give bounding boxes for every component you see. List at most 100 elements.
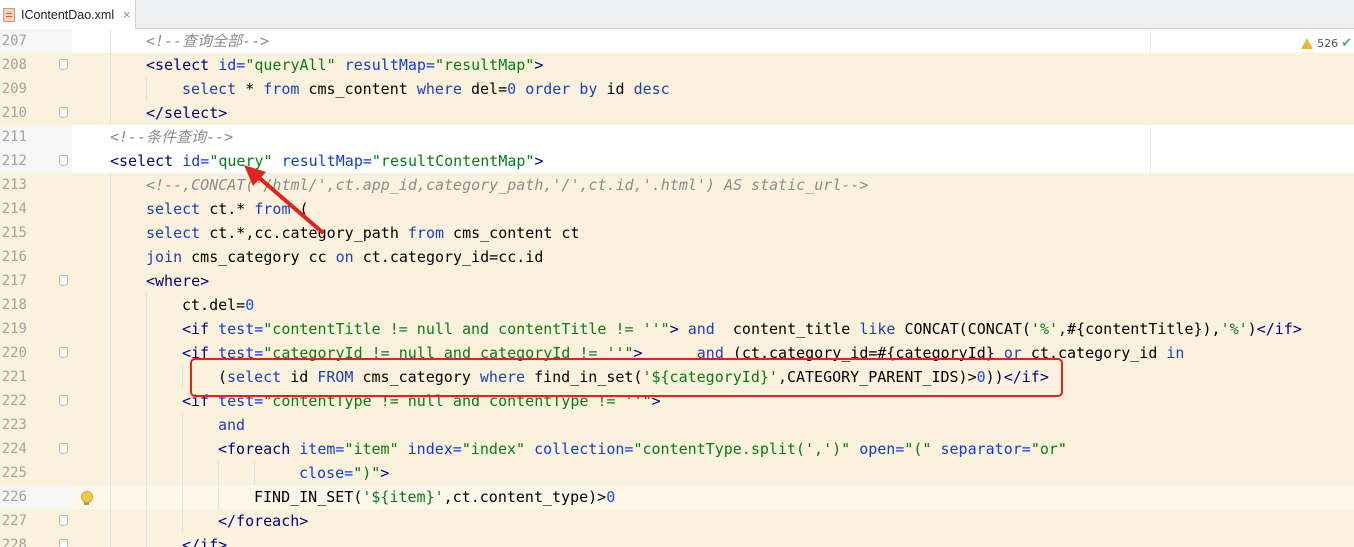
- code-token: <!--查询全部-->: [146, 32, 270, 50]
- code-token: "resultMap": [435, 56, 535, 74]
- code-token: cms_category cc: [182, 248, 336, 266]
- indent-guide: [146, 533, 147, 547]
- code-token: </if>: [1256, 320, 1302, 338]
- code-token: select: [146, 224, 201, 242]
- indent-guide: [182, 437, 183, 461]
- code-text: </foreach>: [218, 509, 308, 533]
- indent-guide: [218, 485, 219, 509]
- fold-marker-icon[interactable]: [59, 347, 68, 358]
- code-line[interactable]: 209 select * from cms_content where del=0…: [0, 77, 1354, 101]
- code-token: '${item}': [362, 488, 444, 506]
- indent-guide: [110, 341, 111, 365]
- code-line[interactable]: 215 select ct.*,cc.category_path from cms…: [0, 221, 1354, 245]
- lightbulb-icon[interactable]: [81, 491, 93, 505]
- fold-marker-icon[interactable]: [59, 275, 68, 286]
- code-token: from: [263, 80, 300, 98]
- line-number: 209: [1, 81, 27, 97]
- indent-guide: [146, 317, 147, 341]
- fold-marker-icon[interactable]: [59, 107, 68, 118]
- code-editor[interactable]: 207 <!--查询全部--> 208 <select id="queryAll" r…: [0, 29, 1354, 547]
- code-token: *: [236, 80, 264, 98]
- code-text: ct.del=0: [182, 293, 254, 317]
- fold-marker-icon[interactable]: [59, 395, 68, 406]
- indent-guide: [110, 413, 111, 437]
- code-text: <select id="queryAll" resultMap="resultM…: [146, 53, 543, 77]
- code-line[interactable]: 216 join cms_category cc on ct.category_i…: [0, 245, 1354, 269]
- line-highlight: [72, 101, 1354, 125]
- code-token: ct.del=: [182, 296, 246, 314]
- code-line[interactable]: 219 <if test="contentTitle != null and co…: [0, 317, 1354, 341]
- code-token: resultMap=: [272, 152, 372, 170]
- fold-marker-icon[interactable]: [59, 443, 68, 454]
- line-number: 215: [1, 225, 27, 241]
- line-number: 208: [1, 57, 27, 73]
- code-token: and: [687, 320, 715, 338]
- code-line[interactable]: 227 </foreach>: [0, 509, 1354, 533]
- indent-guide: [146, 365, 147, 389]
- warning-icon: [1301, 38, 1314, 49]
- code-token: "queryAll": [245, 56, 336, 74]
- code-line[interactable]: 211 <!--条件查询-->: [0, 125, 1354, 149]
- indent-guide: [110, 317, 111, 341]
- code-token: test=: [218, 320, 264, 338]
- code-token: </if>: [182, 536, 228, 547]
- code-token: like: [859, 320, 896, 338]
- code-token: ")": [353, 464, 381, 482]
- code-line[interactable]: 207 <!--查询全部-->: [0, 29, 1354, 53]
- code-token: <!--,CONCAT('/html/',ct.app_id,category_…: [146, 176, 869, 194]
- line-number: 220: [1, 345, 27, 361]
- close-icon[interactable]: ×: [122, 8, 131, 21]
- code-text: select * from cms_content where del=0 or…: [182, 77, 670, 101]
- indent-guide: [218, 461, 219, 485]
- code-token: </select>: [146, 104, 228, 122]
- code-token: <where>: [146, 272, 210, 290]
- line-highlight: [72, 461, 1354, 485]
- indent-guide: [182, 413, 183, 437]
- annotation-highlight-box: [190, 358, 1063, 397]
- indent-guide: [110, 293, 111, 317]
- code-token: separator=: [931, 440, 1031, 458]
- line-highlight: [72, 125, 1354, 149]
- code-line[interactable]: 214 select ct.* from (: [0, 197, 1354, 221]
- code-line[interactable]: 210 </select>: [0, 101, 1354, 125]
- code-line[interactable]: 217 <where>: [0, 269, 1354, 293]
- code-token: ): [1247, 320, 1257, 338]
- indent-guide: [182, 365, 183, 389]
- indent-guide: [110, 437, 111, 461]
- code-line[interactable]: 224 <foreach item="item" index="index" co…: [0, 437, 1354, 461]
- code-token: FIND_IN_SET(: [254, 488, 363, 506]
- line-highlight: [72, 533, 1354, 547]
- code-line[interactable]: 212 <select id="query" resultMap="resultC…: [0, 149, 1354, 173]
- fold-marker-icon[interactable]: [59, 539, 68, 547]
- tab-icontentdao-xml[interactable]: IContentDao.xml ×: [0, 0, 136, 29]
- code-token: "or": [1030, 440, 1067, 458]
- code-token: <foreach: [218, 440, 300, 458]
- code-token: 0: [606, 488, 616, 506]
- code-token: "contentTitle != null and contentTitle !…: [263, 320, 670, 338]
- code-line[interactable]: 225 close=")">: [0, 461, 1354, 485]
- code-line[interactable]: 223 and: [0, 413, 1354, 437]
- fold-marker-icon[interactable]: [59, 155, 68, 166]
- code-line[interactable]: 226 FIND_IN_SET('${item}',ct.content_type…: [0, 485, 1354, 509]
- tab-label: IContentDao.xml: [21, 7, 115, 22]
- code-token: select: [146, 200, 201, 218]
- fold-marker-icon[interactable]: [59, 59, 68, 70]
- fold-marker-icon[interactable]: [59, 515, 68, 526]
- line-number: 210: [1, 105, 27, 121]
- code-token: >: [534, 56, 544, 74]
- code-token: from: [407, 224, 445, 242]
- code-line[interactable]: 213 <!--,CONCAT('/html/',ct.app_id,catego…: [0, 173, 1354, 197]
- code-token: select: [182, 80, 237, 98]
- code-token: ,#{contentTitle}),: [1058, 320, 1221, 338]
- code-token: (: [290, 200, 309, 218]
- code-text: </select>: [146, 101, 227, 125]
- line-number: 211: [1, 129, 27, 145]
- inspection-status[interactable]: 526 ✔: [1301, 36, 1352, 51]
- code-line[interactable]: 208 <select id="queryAll" resultMap="resu…: [0, 53, 1354, 77]
- code-line[interactable]: 228 </if>: [0, 533, 1354, 547]
- code-token: and: [218, 416, 246, 434]
- code-token: ,ct.content_type)>: [443, 488, 607, 506]
- indent-guide: [146, 341, 147, 365]
- code-line[interactable]: 218 ct.del=0: [0, 293, 1354, 317]
